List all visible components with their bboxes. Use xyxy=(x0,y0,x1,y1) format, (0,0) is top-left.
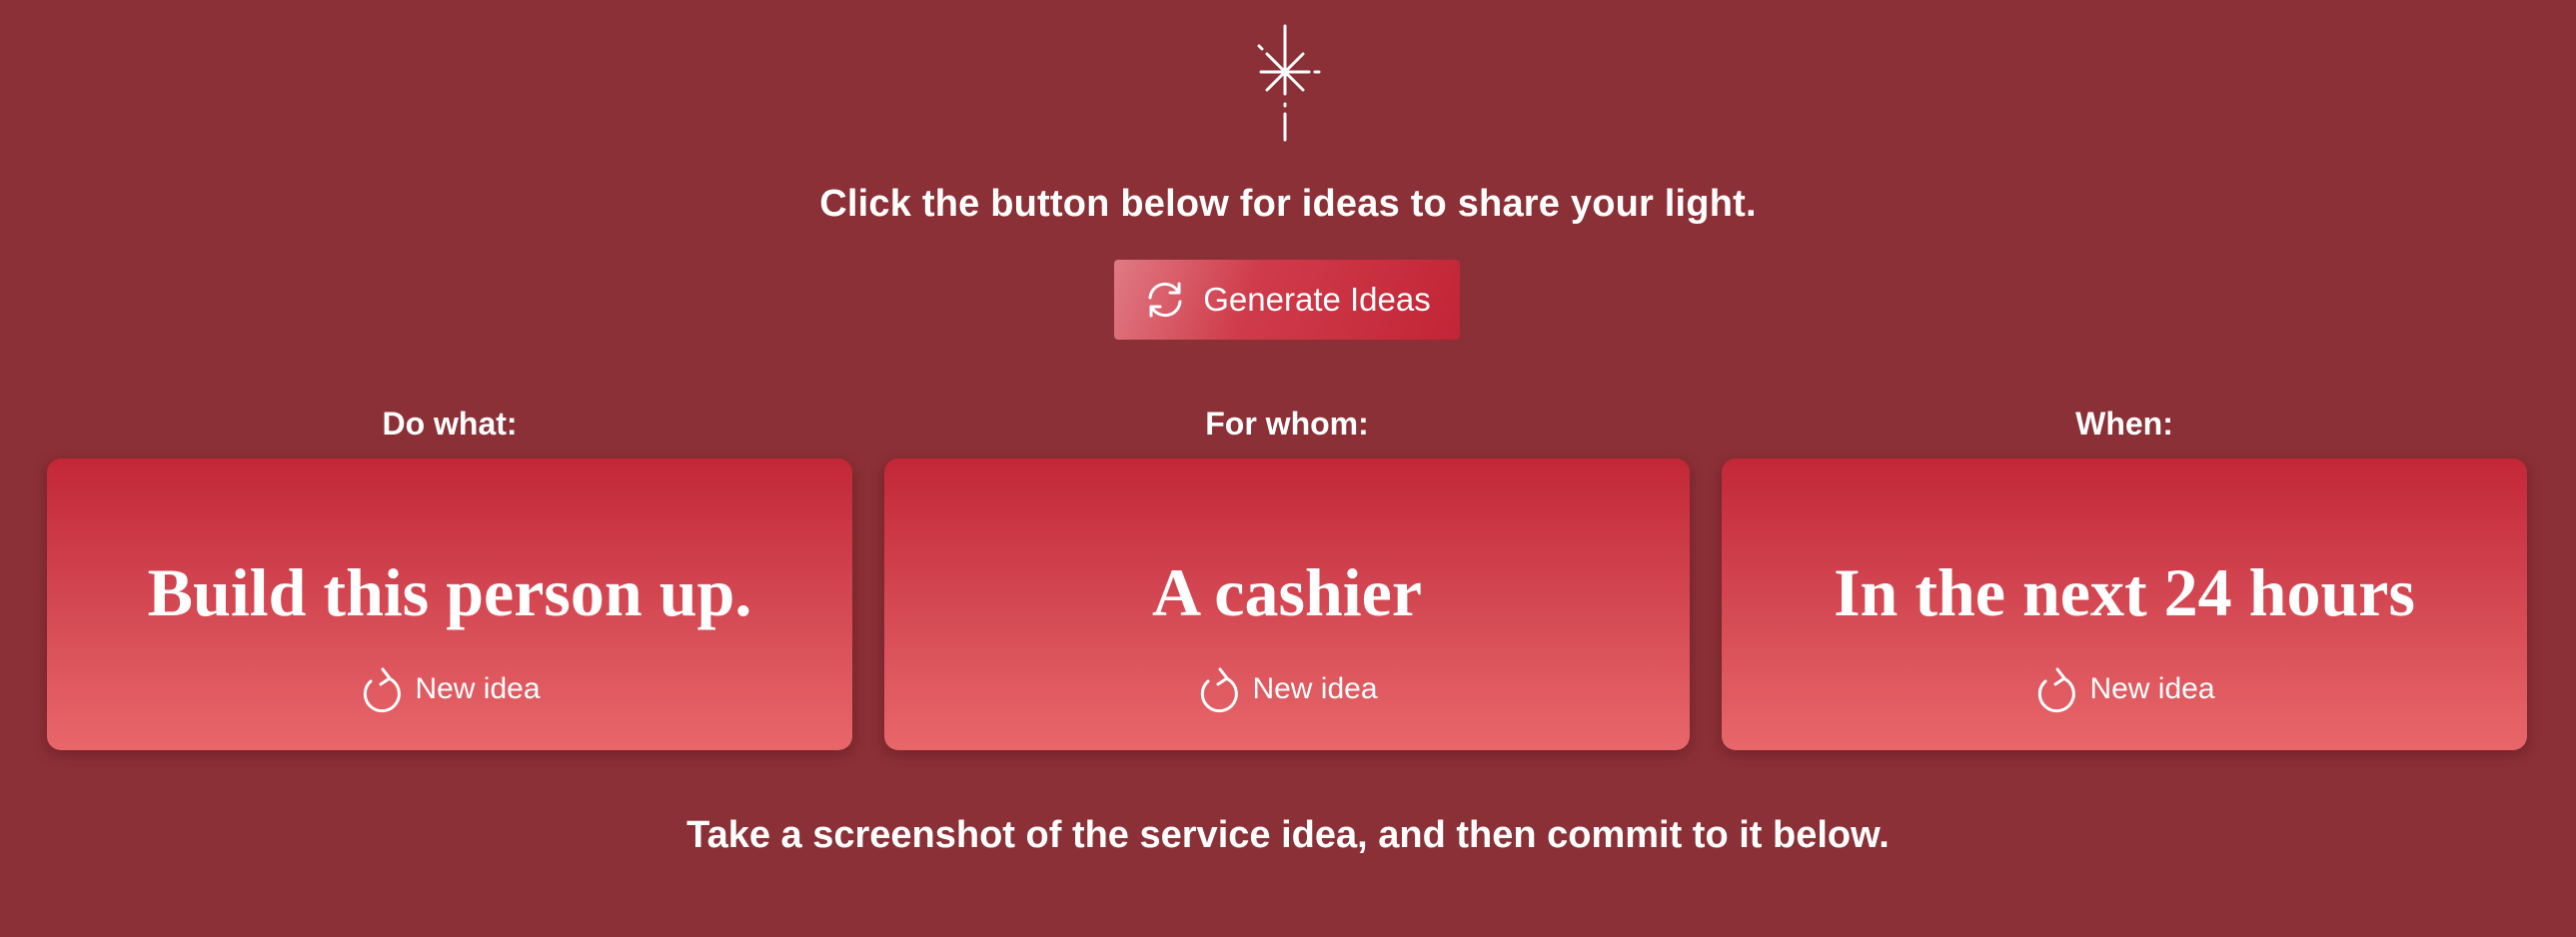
when-new-idea-button[interactable]: New idea xyxy=(1722,664,2527,714)
for-whom-new-idea-label: New idea xyxy=(1252,672,1378,705)
do-what-value: Build this person up. xyxy=(147,554,752,630)
when-new-idea-label: New idea xyxy=(2089,672,2215,705)
for-whom-label: For whom: xyxy=(1205,406,1369,442)
for-whom-card: A cashier New idea xyxy=(884,459,1690,750)
when-label: When: xyxy=(2075,406,2173,442)
refresh-icon xyxy=(359,664,405,714)
outro-text: Take a screenshot of the service idea, a… xyxy=(686,814,1890,856)
refresh-cycle-icon xyxy=(1143,278,1187,322)
refresh-icon xyxy=(2033,664,2079,714)
do-what-label: Do what: xyxy=(382,406,518,442)
do-what-new-idea-button[interactable]: New idea xyxy=(47,664,852,714)
for-whom-new-idea-button[interactable]: New idea xyxy=(884,664,1690,714)
sparkle-star-icon xyxy=(1257,24,1321,142)
generate-ideas-label: Generate Ideas xyxy=(1203,281,1431,318)
intro-text: Click the button below for ideas to shar… xyxy=(819,183,1757,225)
do-what-card: Build this person up. New idea xyxy=(47,459,852,750)
when-card: In the next 24 hours New idea xyxy=(1722,459,2527,750)
do-what-new-idea-label: New idea xyxy=(415,672,541,705)
for-whom-value: A cashier xyxy=(1151,554,1423,630)
when-value: In the next 24 hours xyxy=(1834,554,2415,630)
generate-ideas-button[interactable]: Generate Ideas xyxy=(1114,260,1460,340)
refresh-icon xyxy=(1196,664,1242,714)
